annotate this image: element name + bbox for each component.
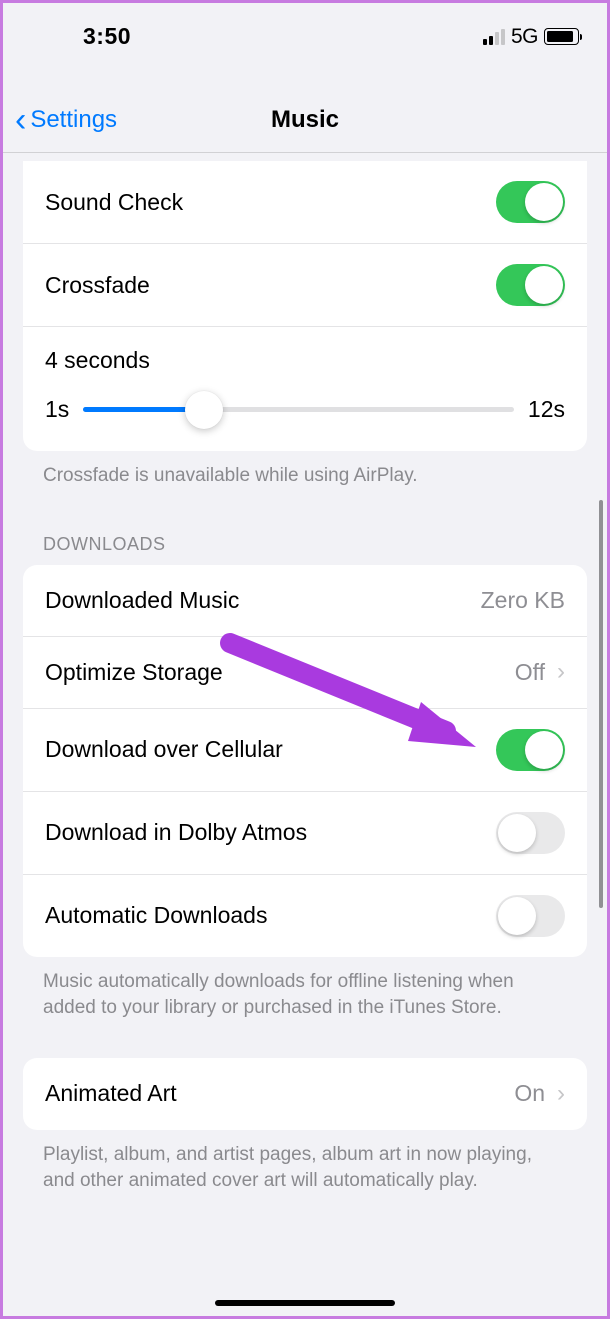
slider-thumb[interactable] [185, 391, 223, 429]
back-label: Settings [30, 106, 117, 134]
scroll-indicator[interactable] [599, 500, 603, 908]
cellular-signal-icon [483, 29, 505, 45]
downloaded-music-value: Zero KB [481, 587, 565, 614]
crossfade-footer: Crossfade is unavailable while using Air… [3, 451, 607, 498]
battery-icon [544, 28, 579, 45]
optimize-storage-value: Off [515, 659, 545, 686]
animated-art-group: Animated Art On › [23, 1058, 587, 1130]
sound-check-row: Sound Check [23, 161, 587, 244]
downloads-group: Downloaded Music Zero KB Optimize Storag… [23, 565, 587, 957]
crossfade-slider[interactable] [83, 407, 514, 412]
status-indicators: 5G [483, 25, 579, 49]
download-dolby-label: Download in Dolby Atmos [45, 819, 307, 846]
sound-check-label: Sound Check [45, 189, 183, 216]
chevron-left-icon: ‹ [15, 110, 26, 130]
downloaded-music-label: Downloaded Music [45, 587, 239, 614]
auto-downloads-toggle[interactable] [496, 895, 565, 937]
downloads-footer: Music automatically downloads for offlin… [3, 957, 607, 1030]
crossfade-toggle[interactable] [496, 264, 565, 306]
download-dolby-toggle[interactable] [496, 812, 565, 854]
crossfade-row: Crossfade [23, 244, 587, 327]
slider-max-label: 12s [528, 396, 565, 423]
crossfade-label: Crossfade [45, 272, 150, 299]
sound-check-toggle[interactable] [496, 181, 565, 223]
animated-art-row[interactable]: Animated Art On › [23, 1058, 587, 1130]
back-button[interactable]: ‹ Settings [15, 106, 117, 134]
auto-downloads-row: Automatic Downloads [23, 875, 587, 957]
downloaded-music-row[interactable]: Downloaded Music Zero KB [23, 565, 587, 637]
downloads-header: DOWNLOADS [3, 498, 607, 565]
auto-downloads-label: Automatic Downloads [45, 902, 267, 929]
nav-header: ‹ Settings Music [3, 62, 607, 153]
slider-min-label: 1s [45, 396, 69, 423]
network-type: 5G [511, 25, 538, 49]
crossfade-duration-label: 4 seconds [45, 347, 565, 374]
download-cellular-toggle[interactable] [496, 729, 565, 771]
animated-art-value: On [514, 1080, 545, 1107]
chevron-right-icon: › [557, 658, 565, 686]
playback-group: Sound Check Crossfade 4 seconds 1s 12s [23, 161, 587, 451]
crossfade-slider-row: 4 seconds 1s 12s [23, 327, 587, 451]
home-indicator[interactable] [215, 1300, 395, 1306]
status-bar: 3:50 5G [3, 3, 607, 62]
animated-art-footer: Playlist, album, and artist pages, album… [3, 1130, 607, 1203]
download-cellular-row: Download over Cellular [23, 709, 587, 792]
animated-art-label: Animated Art [45, 1080, 177, 1107]
status-time: 3:50 [31, 23, 131, 50]
chevron-right-icon: › [557, 1080, 565, 1108]
download-dolby-row: Download in Dolby Atmos [23, 792, 587, 875]
optimize-storage-row[interactable]: Optimize Storage Off › [23, 637, 587, 709]
optimize-storage-label: Optimize Storage [45, 659, 223, 686]
download-cellular-label: Download over Cellular [45, 736, 283, 763]
